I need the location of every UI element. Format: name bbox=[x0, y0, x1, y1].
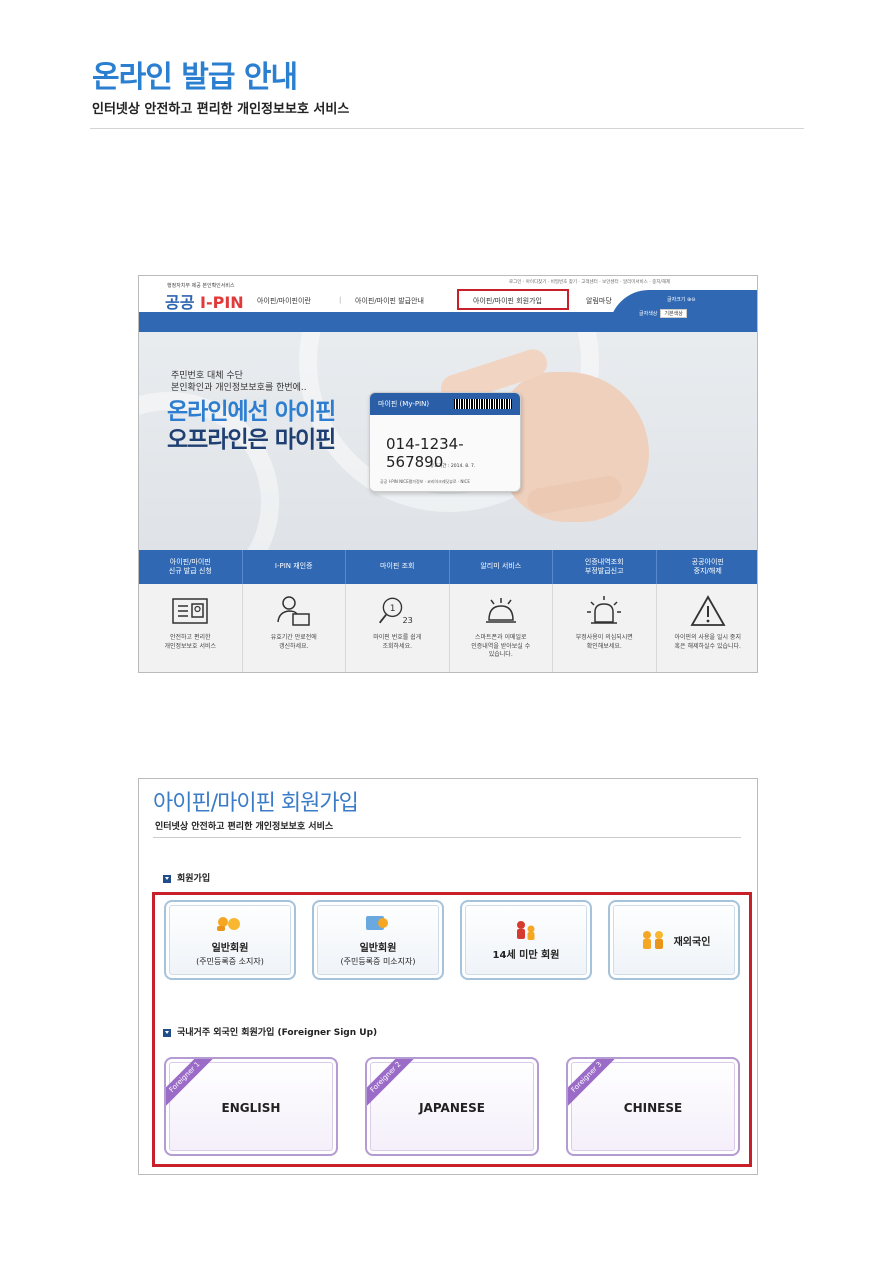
hero-banner: 주민번호 대체 수단 본인확인과 개인정보보호를 한번에.. 온라인에선 아이핀… bbox=[139, 332, 757, 550]
icon-number-text: 23 bbox=[403, 615, 413, 625]
nav-separator: | bbox=[339, 296, 342, 304]
font-color-label: 글자색상 bbox=[639, 311, 658, 317]
member-sublabel: (주민등록증 미소지자) bbox=[340, 957, 416, 966]
card-title: 마이핀 (My-PIN) bbox=[378, 400, 430, 408]
service-cell-text: 안전하고 편리한 개인정보보호 서비스 bbox=[164, 634, 217, 650]
nav-item-issue-guide[interactable]: 아이핀/마이핀 발급안내 bbox=[355, 296, 424, 306]
ipin-homepage-screenshot: 행정자치부 제공 본인확인서비스 공공 I-PIN 로그인 · 아이디찾기 · … bbox=[138, 275, 758, 673]
member-label: 14세 미만 회원 bbox=[492, 949, 560, 961]
signup-subtitle: 인터넷상 안전하고 편리한 개인정보보호 서비스 bbox=[155, 822, 334, 832]
service-descriptions: 안전하고 편리한 개인정보보호 서비스 유효기간 만료전에 갱신하세요. 1 23… bbox=[139, 584, 758, 672]
minus-icon[interactable]: ⊖ bbox=[691, 297, 695, 303]
alarm-light-icon bbox=[587, 596, 622, 624]
service-cell[interactable]: 스마트폰과 이메일로 인증내역을 받아보실 수 있습니다. bbox=[450, 584, 553, 672]
card-expiry: 유효기간 : 2014. 8. 7. bbox=[430, 464, 476, 469]
menu-alert-service[interactable]: 알리미 서비스 bbox=[450, 550, 553, 584]
hero-headline-2: 오프라인은 마이핀 bbox=[167, 427, 336, 453]
service-cell[interactable]: 부정사용이 의심되시면 확인해보세요. bbox=[553, 584, 657, 672]
menu-new-issue[interactable]: 아이핀/마이핀 신규 발급 신청 bbox=[139, 550, 243, 584]
font-size-label: 글자크기 bbox=[667, 297, 686, 303]
section-heading-signup: 회원가입 bbox=[163, 871, 210, 884]
foreigner-label: CHINESE bbox=[623, 1101, 683, 1115]
logo-prefix: 공공 bbox=[165, 293, 195, 312]
font-size-control[interactable]: 글자크기 ⊕⊖ bbox=[667, 296, 695, 303]
service-cell-text: 아이핀의 사용을 일시 중지 혹은 해제하실수 있습니다. bbox=[674, 634, 741, 650]
foreigner-button-japanese[interactable]: Foreigner 2 JAPANESE bbox=[365, 1057, 539, 1156]
service-cell-text: 스마트폰과 이메일로 인증내역을 받아보실 수 있습니다. bbox=[471, 634, 531, 659]
nav-item-about[interactable]: 아이핀/마이핀이란 bbox=[257, 296, 311, 306]
service-cell[interactable]: 안전하고 편리한 개인정보보호 서비스 bbox=[139, 584, 243, 672]
member-button-under-14[interactable]: 14세 미만 회원 bbox=[460, 900, 592, 980]
section-label: 회원가입 bbox=[177, 874, 211, 884]
highlight-box-signup bbox=[457, 289, 569, 310]
section-heading-foreigner: 국내거주 외국인 회원가입 (Foreigner Sign Up) bbox=[163, 1025, 377, 1038]
top-links[interactable]: 로그인 · 아이디찾기 · 비밀번호 찾기 · 고객센터 · 보안센터 · 알리… bbox=[509, 279, 670, 285]
page-title: 온라인 발급 안내 bbox=[92, 60, 298, 95]
service-cell-text: 부정사용이 의심되시면 확인해보세요. bbox=[575, 634, 633, 650]
member-button-overseas[interactable]: 재외국인 bbox=[608, 900, 740, 980]
search-number-icon: 1 23 bbox=[379, 597, 413, 625]
bell-icon bbox=[485, 598, 516, 623]
signup-title: 아이핀/마이핀 회원가입 bbox=[153, 791, 359, 816]
foreigner-label: JAPANESE bbox=[419, 1101, 485, 1115]
id-card-icon bbox=[172, 598, 208, 624]
signup-page-screenshot: 아이핀/마이핀 회원가입 인터넷상 안전하고 편리한 개인정보보호 서비스 회원… bbox=[138, 778, 758, 1175]
member-label: 일반회원 bbox=[211, 943, 249, 954]
foreigner-label: ENGLISH bbox=[221, 1101, 281, 1115]
menu-mypin-lookup[interactable]: 마이핀 조회 bbox=[346, 550, 450, 584]
service-cell[interactable]: 1 23 마이핀 번호를 쉽게 조회하세요. bbox=[346, 584, 450, 672]
barcode-icon bbox=[454, 399, 512, 409]
menu-reauth[interactable]: I-PIN 재인증 bbox=[243, 550, 346, 584]
logo-caption: 행정자치부 제공 본인확인서비스 bbox=[167, 283, 235, 289]
font-color-control[interactable]: 글자색상 기본색상 bbox=[639, 309, 687, 318]
service-cell-text: 마이핀 번호를 쉽게 조회하세요. bbox=[373, 634, 422, 650]
card-footer: 공공 I-PIN NICE평가정보 · 코리아크레딧뷰로 · NICE bbox=[380, 479, 470, 484]
ipin-logo[interactable]: 공공 I-PIN bbox=[165, 289, 244, 313]
overseas-people-icon bbox=[642, 931, 663, 949]
mypin-card: 마이핀 (My-PIN) 014-1234-567890 유효기간 : 2014… bbox=[369, 392, 521, 492]
service-cell[interactable]: 아이핀의 사용을 일시 중지 혹은 해제하실수 있습니다. bbox=[657, 584, 758, 672]
member-label: 일반회원 bbox=[359, 943, 397, 954]
nav-item-notice[interactable]: 알림마당 bbox=[586, 296, 612, 306]
font-color-select[interactable]: 기본색상 bbox=[660, 309, 687, 318]
people-icon bbox=[217, 917, 240, 931]
section-arrow-icon bbox=[163, 874, 171, 883]
id-card-person-icon bbox=[366, 916, 388, 930]
member-button-general-nonholder[interactable]: 일반회원 (주민등록증 미소지자) bbox=[312, 900, 444, 980]
foreigner-button-chinese[interactable]: Foreigner 3 CHINESE bbox=[566, 1057, 740, 1156]
member-sublabel: (주민등록증 소지자) bbox=[196, 957, 264, 966]
member-button-general-holder[interactable]: 일반회원 (주민등록증 소지자) bbox=[164, 900, 296, 980]
service-menu: 아이핀/마이핀 신규 발급 신청 I-PIN 재인증 마이핀 조회 알리미 서비… bbox=[139, 550, 758, 584]
section-label: 국내거주 외국인 회원가입 (Foreigner Sign Up) bbox=[177, 1028, 378, 1038]
menu-history-report[interactable]: 인증내역조회 부정발급신고 bbox=[553, 550, 657, 584]
logo-main: I-PIN bbox=[200, 293, 244, 312]
divider bbox=[90, 128, 804, 129]
service-cell[interactable]: 유효기간 만료전에 갱신하세요. bbox=[243, 584, 346, 672]
member-label: 재외국인 bbox=[673, 936, 711, 948]
divider bbox=[153, 837, 741, 838]
user-renew-icon bbox=[277, 596, 310, 626]
child-guardian-icon bbox=[517, 920, 535, 940]
foreigner-button-english[interactable]: Foreigner 1 ENGLISH bbox=[164, 1057, 338, 1156]
svg-text:1: 1 bbox=[390, 604, 396, 614]
warning-icon bbox=[690, 595, 726, 626]
menu-suspend[interactable]: 공공아이핀 중지/해제 bbox=[657, 550, 758, 584]
service-cell-text: 유효기간 만료전에 갱신하세요. bbox=[270, 634, 317, 650]
document-page: 온라인 발급 안내 인터넷상 안전하고 편리한 개인정보보호 서비스 행정자치부… bbox=[0, 0, 894, 1265]
section-arrow-icon bbox=[163, 1028, 171, 1037]
page-subtitle: 인터넷상 안전하고 편리한 개인정보보호 서비스 bbox=[92, 102, 350, 117]
